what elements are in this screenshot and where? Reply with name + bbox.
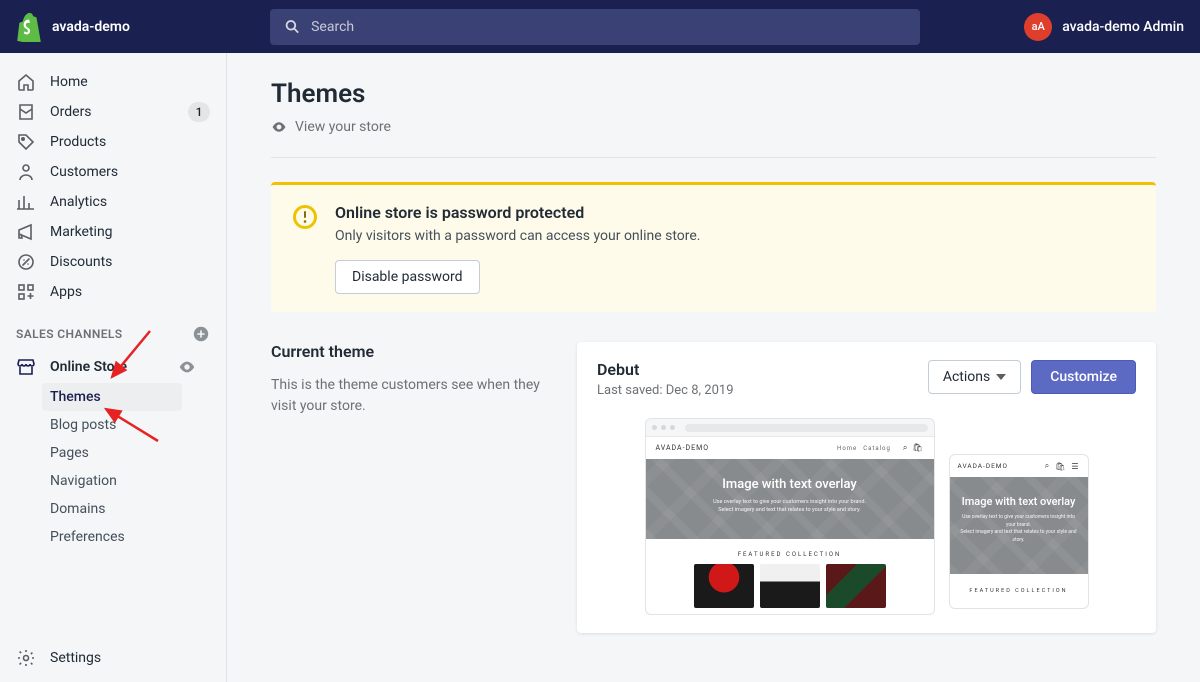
sidebar-item-marketing[interactable]: Marketing xyxy=(0,217,226,247)
banner-text: Only visitors with a password can access… xyxy=(335,228,1136,244)
search-icon: ⌕ xyxy=(903,443,908,453)
preview-brand: AVADA-DEMO xyxy=(958,462,1008,470)
sidebar-item-home[interactable]: Home xyxy=(0,67,226,97)
store-icon xyxy=(16,357,36,377)
nav-label: Apps xyxy=(50,284,210,300)
view-icon[interactable] xyxy=(178,358,196,376)
theme-card: Debut Last saved: Dec 8, 2019 Actions Cu… xyxy=(577,342,1156,633)
discounts-icon xyxy=(16,252,36,272)
marketing-icon xyxy=(16,222,36,242)
product-thumb xyxy=(760,564,820,608)
preview-brand: AVADA-DEMO xyxy=(656,444,710,452)
caret-down-icon xyxy=(996,374,1006,380)
sidebar-item-products[interactable]: Products xyxy=(0,127,226,157)
sidebar-subitem-domains[interactable]: Domains xyxy=(50,495,226,523)
hero-title: Image with text overlay xyxy=(666,477,914,492)
page-title: Themes xyxy=(271,79,1156,109)
search-bar[interactable] xyxy=(270,9,920,45)
orders-badge: 1 xyxy=(188,102,210,122)
store-name[interactable]: avada-demo xyxy=(52,19,130,35)
eye-icon xyxy=(271,119,287,135)
divider xyxy=(271,157,1156,158)
nav-label: Products xyxy=(50,134,210,150)
product-thumb xyxy=(826,564,886,608)
actions-button[interactable]: Actions xyxy=(928,360,1021,394)
products-icon xyxy=(16,132,36,152)
nav-label: Home xyxy=(50,74,210,90)
sidebar-item-online-store[interactable]: Online Store xyxy=(0,351,226,383)
view-store-link[interactable]: View your store xyxy=(271,119,1156,135)
banner-title: Online store is password protected xyxy=(335,203,1136,222)
sidebar-subitem-preferences[interactable]: Preferences xyxy=(50,523,226,551)
menu-icon: ☰ xyxy=(1071,462,1079,471)
nav-label: Orders xyxy=(50,104,188,120)
main-content: Themes View your store Online store is p… xyxy=(227,53,1200,682)
product-thumb xyxy=(694,564,754,608)
section-title: SALES CHANNELS xyxy=(16,327,123,341)
sidebar: Home Orders 1 Products Customers Analyti… xyxy=(0,53,227,682)
customers-icon xyxy=(16,162,36,182)
sidebar-item-customers[interactable]: Customers xyxy=(0,157,226,187)
disable-password-button[interactable]: Disable password xyxy=(335,260,480,294)
theme-previews: AVADA-DEMO HomeCatalog ⌕🛍 Image with tex… xyxy=(597,418,1136,615)
actions-label: Actions xyxy=(943,369,990,385)
apps-icon xyxy=(16,282,36,302)
sidebar-item-analytics[interactable]: Analytics xyxy=(0,187,226,217)
admin-name[interactable]: avada-demo Admin xyxy=(1062,19,1184,35)
sidebar-subitem-blog-posts[interactable]: Blog posts xyxy=(50,411,226,439)
sidebar-item-settings[interactable]: Settings xyxy=(0,634,226,682)
hero-title: Image with text overlay xyxy=(960,495,1078,508)
sidebar-item-orders[interactable]: Orders 1 xyxy=(0,97,226,127)
topbar: avada-demo aA avada-demo Admin xyxy=(0,0,1200,53)
sidebar-item-discounts[interactable]: Discounts xyxy=(0,247,226,277)
current-theme-description: This is the theme customers see when the… xyxy=(271,375,541,417)
nav-label: Analytics xyxy=(50,194,210,210)
desktop-preview: AVADA-DEMO HomeCatalog ⌕🛍 Image with tex… xyxy=(645,418,935,615)
settings-label: Settings xyxy=(50,650,101,666)
featured-label: FEATURED COLLECTION xyxy=(950,574,1088,608)
password-banner: Online store is password protected Only … xyxy=(271,182,1156,312)
cart-icon: 🛍 xyxy=(912,443,923,453)
nav-label: Marketing xyxy=(50,224,210,240)
current-theme-heading: Current theme xyxy=(271,342,541,361)
current-theme-info: Current theme This is the theme customer… xyxy=(271,342,541,633)
shopify-logo-icon xyxy=(16,12,42,42)
orders-icon xyxy=(16,102,36,122)
featured-label: FEATURED COLLECTION xyxy=(646,539,934,564)
theme-last-saved: Last saved: Dec 8, 2019 xyxy=(597,383,734,398)
avatar[interactable]: aA xyxy=(1024,13,1052,41)
gear-icon xyxy=(16,648,36,668)
sales-channels-header: SALES CHANNELS xyxy=(0,325,226,343)
mobile-preview: AVADA-DEMO ⌕🛍☰ Image with text overlay U… xyxy=(949,454,1089,609)
nav-label: Customers xyxy=(50,164,210,180)
channel-label: Online Store xyxy=(50,359,127,375)
theme-name: Debut xyxy=(597,360,734,379)
sidebar-item-apps[interactable]: Apps xyxy=(0,277,226,307)
home-icon xyxy=(16,72,36,92)
search-input[interactable] xyxy=(311,19,906,35)
cart-icon: 🛍 xyxy=(1055,462,1066,471)
customize-button[interactable]: Customize xyxy=(1031,360,1136,394)
nav-label: Discounts xyxy=(50,254,210,270)
warning-icon xyxy=(291,203,319,231)
analytics-icon xyxy=(16,192,36,212)
sidebar-subitem-themes[interactable]: Themes xyxy=(42,383,182,411)
sidebar-subitem-pages[interactable]: Pages xyxy=(50,439,226,467)
add-channel-icon[interactable] xyxy=(192,325,210,343)
sidebar-subitem-navigation[interactable]: Navigation xyxy=(50,467,226,495)
view-store-label: View your store xyxy=(295,119,391,135)
search-icon xyxy=(284,18,301,36)
search-icon: ⌕ xyxy=(1045,461,1050,471)
